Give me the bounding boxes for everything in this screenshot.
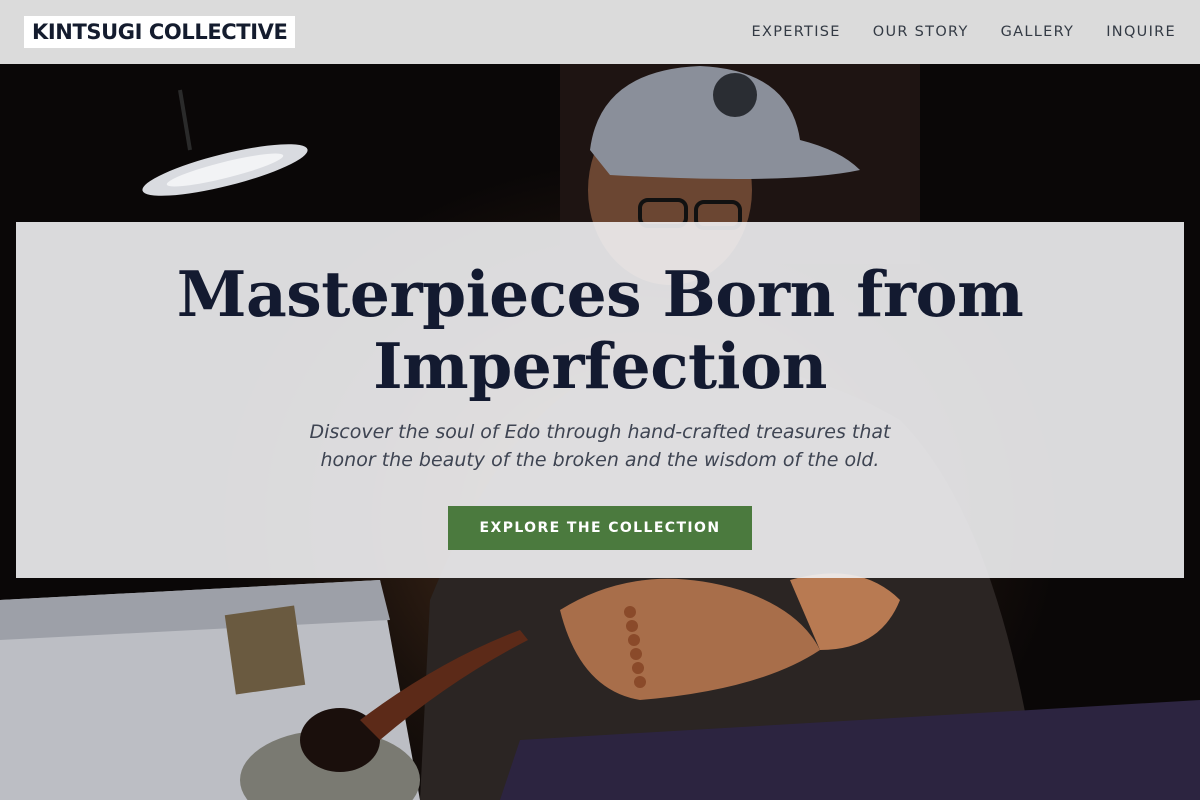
brand-logo[interactable]: KINTSUGI COLLECTIVE [24, 16, 296, 48]
hero-title-line-2: Imperfection [373, 329, 827, 403]
hero-card: Masterpieces Born from Imperfection Disc… [16, 222, 1184, 578]
nav-link-gallery[interactable]: GALLERY [1001, 24, 1075, 40]
explore-collection-button[interactable]: EXPLORE THE COLLECTION [447, 506, 753, 550]
main-nav: EXPERTISE OUR STORY GALLERY INQUIRE [752, 24, 1176, 40]
hero-title: Masterpieces Born from Imperfection [16, 258, 1184, 402]
top-navigation-bar: KINTSUGI COLLECTIVE EXPERTISE OUR STORY … [0, 0, 1200, 64]
nav-link-expertise[interactable]: EXPERTISE [752, 24, 841, 40]
nav-link-our-story[interactable]: OUR STORY [873, 24, 969, 40]
hero-title-line-1: Masterpieces Born from [176, 257, 1024, 331]
hero-subtitle: Discover the soul of Edo through hand-cr… [309, 421, 891, 471]
nav-link-inquire[interactable]: INQUIRE [1106, 24, 1176, 40]
